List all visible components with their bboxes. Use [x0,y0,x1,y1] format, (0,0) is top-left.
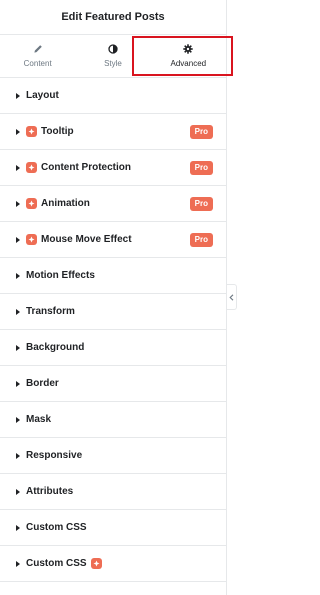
tab-style-label: Style [104,59,122,68]
caret-right-icon [16,128,20,135]
section-animation[interactable]: Animation Pro [0,186,226,222]
section-responsive[interactable]: Responsive [0,438,226,474]
section-attributes[interactable]: Attributes [0,474,226,510]
section-custom-css-addon[interactable]: Custom CSS [0,546,226,582]
caret-right-icon [16,488,20,495]
section-border[interactable]: Border [0,366,226,402]
addon-logo-icon [26,198,37,209]
section-label: Layout [26,90,59,101]
tab-content-label: Content [23,59,52,68]
section-label: Mask [26,414,52,425]
panel-title: Edit Featured Posts [61,11,165,23]
caret-right-icon [16,272,20,279]
section-layout[interactable]: Layout [0,78,226,114]
addon-logo-icon [26,162,37,173]
collapse-panel-button[interactable] [227,284,237,310]
section-label: Custom CSS [26,558,87,569]
caret-right-icon [16,344,20,351]
editor-panel: Edit Featured Posts Content Style Advanc… [0,0,227,595]
pencil-icon [33,44,43,54]
section-motion-effects[interactable]: Motion Effects [0,258,226,294]
pro-badge: Pro [189,232,213,247]
section-list: Layout Tooltip Pro Content Protection Pr… [0,78,226,582]
caret-right-icon [16,200,20,207]
section-content-protection[interactable]: Content Protection Pro [0,150,226,186]
addon-logo-icon [90,558,102,569]
caret-right-icon [16,380,20,387]
tab-style[interactable]: Style [75,35,150,77]
section-label: Content Protection [41,162,131,173]
section-label: Tooltip [41,126,74,137]
section-label: Custom CSS [26,522,87,533]
section-label: Transform [26,306,75,317]
half-circle-icon [108,44,118,54]
caret-right-icon [16,164,20,171]
caret-right-icon [16,560,20,567]
section-custom-css[interactable]: Custom CSS [0,510,226,546]
addon-logo-icon [26,234,37,245]
caret-right-icon [16,236,20,243]
gear-icon [183,44,194,54]
caret-right-icon [16,524,20,531]
caret-right-icon [16,416,20,423]
section-tooltip[interactable]: Tooltip Pro [0,114,226,150]
caret-right-icon [16,452,20,459]
section-background[interactable]: Background [0,330,226,366]
tab-advanced[interactable]: Advanced [151,35,226,77]
chevron-left-icon [229,288,234,306]
pro-badge: Pro [189,196,213,211]
addon-logo-icon [26,126,37,137]
section-mouse-move-effect[interactable]: Mouse Move Effect Pro [0,222,226,258]
tab-content[interactable]: Content [0,35,75,77]
tab-bar: Content Style Advanced [0,34,226,78]
caret-right-icon [16,308,20,315]
section-label: Motion Effects [26,270,95,281]
section-label: Mouse Move Effect [41,234,132,245]
pro-badge: Pro [189,124,213,139]
section-label: Background [26,342,85,353]
section-label: Animation [41,198,90,209]
section-label: Border [26,378,59,389]
tab-advanced-label: Advanced [170,59,207,68]
section-label: Attributes [26,486,74,497]
caret-right-icon [16,92,20,99]
section-mask[interactable]: Mask [0,402,226,438]
pro-badge: Pro [189,160,213,175]
section-transform[interactable]: Transform [0,294,226,330]
section-label: Responsive [26,450,83,461]
